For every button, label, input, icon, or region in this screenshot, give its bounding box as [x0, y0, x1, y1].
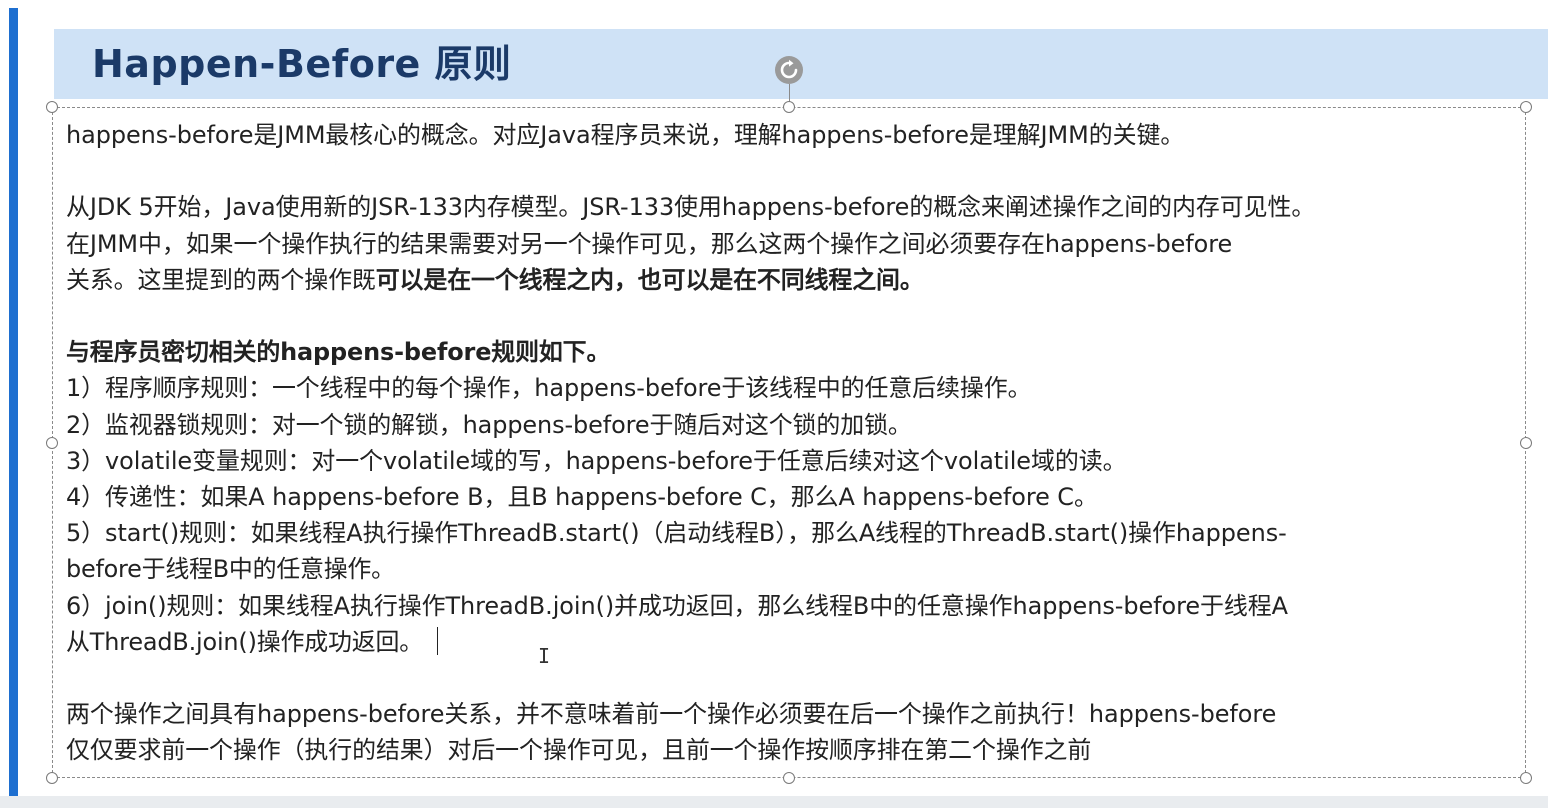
rule-item: 3）volatile变量规则：对一个volatile域的写，happens-be… [66, 446, 1127, 475]
rules-heading: 与程序员密切相关的happens-before规则如下。 [66, 338, 611, 367]
jsr-line-3-bold: 可以是在一个线程之内，也可以是在不同线程之间。 [375, 265, 924, 294]
resize-handle-top-left[interactable] [46, 101, 58, 113]
rule-6-line-2-text: 从ThreadB.join()操作成功返回。 [66, 627, 424, 656]
text-cursor-icon: I [538, 644, 551, 668]
resize-handle-top-right[interactable] [1520, 101, 1532, 113]
rule-item: 4）传递性：如果A happens-before B，且B happens-be… [66, 483, 1098, 511]
jsr-line-3-normal: 关系。这里提到的两个操作既 [66, 265, 376, 294]
rule-6-line-2: 从ThreadB.join()操作成功返回。 [66, 624, 1518, 660]
jsr-line-3: 关系。这里提到的两个操作既可以是在一个线程之内，也可以是在不同线程之间。 [66, 262, 1518, 298]
slide-title[interactable]: Happen-Before 原则 [92, 38, 512, 90]
rule-item: 1）程序顺序规则：一个线程中的每个操作，happens-before于该线程中的… [66, 374, 1032, 403]
conclusion-line-1: 两个操作之间具有happens-before关系，并不意味着前一个操作必须要在后… [66, 700, 1277, 729]
conclusion-line-2: 仅仅要求前一个操作（执行的结果）对后一个操作可见，且前一个操作按顺序排在第二个操… [66, 736, 1092, 765]
resize-handle-bottom-right[interactable] [1520, 772, 1532, 784]
slide-text-body[interactable]: happens-before是JMM最核心的概念。对应Java程序员来说，理解h… [66, 117, 1522, 769]
rotate-connector [789, 84, 790, 102]
slide-canvas: Happen-Before 原则 happens-before是JMM最核心的概… [0, 0, 1548, 808]
jsr-line-2: 在JMM中，如果一个操作执行的结果需要对另一个操作可见，那么这两个操作之间必须要… [66, 229, 1233, 258]
text-caret [436, 626, 438, 655]
accent-bar [9, 8, 18, 796]
rule-5-line-1: 5）start()规则：如果线程A执行操作ThreadB.start()（启动线… [66, 519, 1287, 548]
bottom-strip [0, 796, 1548, 808]
rule-5-line-2: before于线程B中的任意操作。 [66, 555, 395, 584]
rotate-icon[interactable] [775, 56, 803, 84]
rule-6-line-1: 6）join()规则：如果线程A执行操作ThreadB.join()并成功返回，… [66, 591, 1288, 620]
rule-item: 2）监视器锁规则：对一个锁的解锁，happens-before于随后对这个锁的加… [66, 410, 912, 439]
intro-line: happens-before是JMM最核心的概念。对应Java程序员来说，理解h… [66, 121, 1185, 149]
resize-handle-middle-left[interactable] [46, 437, 58, 449]
jsr-line-1: 从JDK 5开始，Java使用新的JSR-133内存模型。JSR-133使用ha… [66, 193, 1316, 222]
resize-handle-bottom-middle[interactable] [783, 772, 795, 784]
resize-handle-bottom-left[interactable] [46, 772, 58, 784]
resize-handle-top-middle[interactable] [783, 101, 795, 113]
